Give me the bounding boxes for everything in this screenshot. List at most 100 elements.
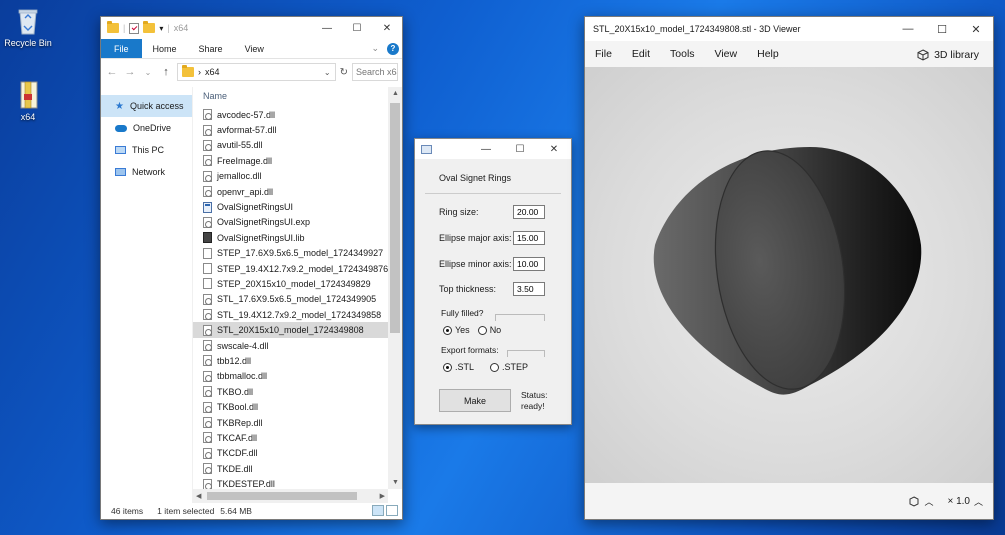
file-row[interactable]: STEP_20X15x10_model_1724349829 xyxy=(193,276,388,291)
expand-ribbon-icon[interactable]: ⌄ xyxy=(371,43,379,54)
export-step-radio[interactable]: .STEP xyxy=(490,362,528,372)
file-row[interactable]: STL_17.6X9.5x6.5_model_1724349905 xyxy=(193,292,388,307)
file-row[interactable]: FreeImage.dll xyxy=(193,153,388,168)
selection-count: 1 item selected xyxy=(157,506,215,516)
maximize-button[interactable]: ☐ xyxy=(925,17,959,41)
fully-filled-yes-radio[interactable]: Yes xyxy=(443,325,470,335)
recent-locations-icon[interactable]: ⌄ xyxy=(141,68,155,77)
file-row[interactable]: STEP_19.4X12.7x9.2_model_1724349876 xyxy=(193,261,388,276)
file-row[interactable]: avcodec-57.dll xyxy=(193,107,388,122)
column-header-name[interactable]: Name xyxy=(193,87,402,105)
tab-file[interactable]: File xyxy=(101,39,142,58)
scroll-left-icon[interactable]: ◀ xyxy=(196,492,201,500)
help-icon[interactable]: ? xyxy=(387,42,399,55)
file-name: openvr_api.dll xyxy=(217,186,274,197)
new-folder-icon[interactable] xyxy=(143,21,156,33)
file-row[interactable]: OvalSignetRingsUI.exp xyxy=(193,215,388,230)
refresh-icon[interactable]: ↻ xyxy=(340,67,348,78)
file-row[interactable]: jemalloc.dll xyxy=(193,169,388,184)
nav-item-onedrive[interactable]: OneDrive xyxy=(101,117,192,139)
file-row[interactable]: OvalSignetRingsUI.lib xyxy=(193,230,388,245)
3d-library-button[interactable]: 3D library xyxy=(917,49,979,61)
dialog-titlebar[interactable]: — ☐ ✕ xyxy=(415,139,571,159)
file-row[interactable]: avformat-57.dll xyxy=(193,122,388,137)
minimize-button[interactable]: — xyxy=(891,17,925,41)
scroll-down-icon[interactable]: ▼ xyxy=(392,479,399,486)
nav-item-quick-access[interactable]: ★ Quick access xyxy=(101,95,192,117)
menu-view[interactable]: View xyxy=(715,48,738,60)
3d-viewer-window: STL_20X15x10_model_1724349808.stl - 3D V… xyxy=(584,16,994,520)
file-row[interactable]: OvalSignetRingsUI xyxy=(193,199,388,214)
menu-help[interactable]: Help xyxy=(757,48,779,60)
desktop-icon-x64[interactable]: x64 xyxy=(1,80,55,122)
top-thickness-input[interactable] xyxy=(513,282,545,296)
item-count: 46 items xyxy=(111,506,144,516)
file-row[interactable]: avutil-55.dll xyxy=(193,138,388,153)
zoom-control[interactable]: × 1.0 ︿ xyxy=(947,495,983,508)
environment-toggle[interactable]: ︿ xyxy=(908,495,933,508)
menu-edit[interactable]: Edit xyxy=(632,48,650,60)
viewer-titlebar[interactable]: STL_20X15x10_model_1724349808.stl - 3D V… xyxy=(585,17,993,41)
file-row[interactable]: TKCAF.dll xyxy=(193,430,388,445)
export-stl-radio[interactable]: .STL xyxy=(443,362,474,372)
fully-filled-no-radio[interactable]: No xyxy=(477,325,501,335)
back-arrow-icon[interactable]: ← xyxy=(105,66,119,78)
close-button[interactable]: ✕ xyxy=(537,139,571,159)
address-dropdown-icon[interactable]: ⌄ xyxy=(324,68,331,77)
scroll-up-icon[interactable]: ▲ xyxy=(392,90,399,97)
address-path: x64 xyxy=(205,67,220,77)
tab-share[interactable]: Share xyxy=(188,39,234,58)
nav-item-network[interactable]: Network xyxy=(101,161,192,183)
menu-file[interactable]: File xyxy=(595,48,612,60)
file-row[interactable]: TKCDF.dll xyxy=(193,446,388,461)
menu-tools[interactable]: Tools xyxy=(670,48,695,60)
file-row[interactable]: TKBRep.dll xyxy=(193,415,388,430)
ellipse-minor-input[interactable] xyxy=(513,257,545,271)
vertical-scrollbar[interactable]: ▲ ▼ xyxy=(388,87,402,489)
system-file-icon xyxy=(203,386,212,398)
file-row[interactable]: tbb12.dll xyxy=(193,353,388,368)
maximize-button[interactable]: ☐ xyxy=(342,17,372,39)
address-bar[interactable]: › x64 ⌄ xyxy=(177,63,336,81)
customize-qat-icon[interactable]: ▾ xyxy=(159,24,163,33)
file-row[interactable]: TKBO.dll xyxy=(193,384,388,399)
details-view-icon[interactable] xyxy=(372,505,384,516)
tab-view[interactable]: View xyxy=(234,39,275,58)
file-row[interactable]: STL_20X15x10_model_1724349808 xyxy=(193,322,388,338)
nav-label: This PC xyxy=(132,145,165,155)
scroll-right-icon[interactable]: ▶ xyxy=(380,492,385,500)
close-button[interactable]: ✕ xyxy=(372,17,402,39)
tab-home[interactable]: Home xyxy=(142,39,188,58)
file-row[interactable]: tbbmalloc.dll xyxy=(193,369,388,384)
explorer-titlebar[interactable]: | ▾ | x64 — ☐ ✕ xyxy=(101,17,402,39)
scrollbar-thumb[interactable] xyxy=(207,492,357,500)
up-arrow-icon[interactable]: ↑ xyxy=(159,66,173,78)
nav-item-this-pc[interactable]: This PC xyxy=(101,139,192,161)
desktop-icon-recycle-bin[interactable]: Recycle Bin xyxy=(1,6,55,48)
file-row[interactable]: openvr_api.dll xyxy=(193,184,388,199)
star-icon: ★ xyxy=(115,100,124,112)
scrollbar-thumb[interactable] xyxy=(390,103,400,333)
maximize-button[interactable]: ☐ xyxy=(503,139,537,159)
file-row[interactable]: TKDESTEP.dll xyxy=(193,476,388,489)
3d-viewport[interactable] xyxy=(585,67,993,483)
minimize-button[interactable]: — xyxy=(469,139,503,159)
file-row[interactable]: swscale-4.dll xyxy=(193,338,388,353)
ring-size-input[interactable] xyxy=(513,205,545,219)
app-icon xyxy=(421,144,432,154)
minimize-button[interactable]: — xyxy=(312,17,342,39)
file-row[interactable]: STEP_17.6X9.5x6.5_model_1724349927 xyxy=(193,246,388,261)
properties-icon[interactable] xyxy=(129,22,140,34)
file-row[interactable]: STL_19.4X12.7x9.2_model_1724349858 xyxy=(193,307,388,322)
file-row[interactable]: TKDE.dll xyxy=(193,461,388,476)
file-name: OvalSignetRingsUI.lib xyxy=(217,232,305,243)
forward-arrow-icon[interactable]: → xyxy=(123,66,137,78)
horizontal-scrollbar[interactable]: ◀ ▶ xyxy=(193,489,388,503)
large-icons-view-icon[interactable] xyxy=(386,505,398,516)
file-list: avcodec-57.dll avformat-57.dll avutil-55.d… xyxy=(193,107,388,489)
search-input[interactable]: Search x64 xyxy=(352,63,398,81)
ellipse-major-input[interactable] xyxy=(513,231,545,245)
file-row[interactable]: TKBool.dll xyxy=(193,399,388,414)
make-button[interactable]: Make xyxy=(439,389,511,412)
close-button[interactable]: ✕ xyxy=(959,17,993,41)
